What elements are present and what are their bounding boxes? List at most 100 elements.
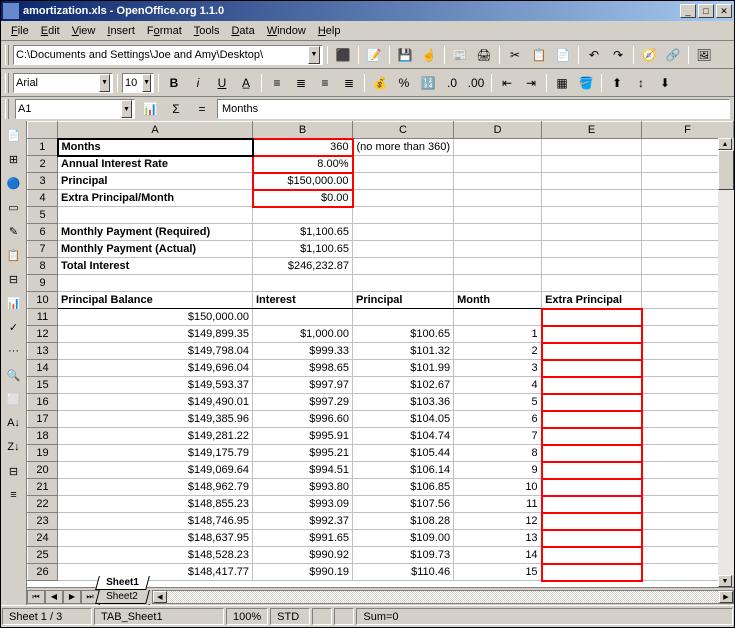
sum-button[interactable]: Σ xyxy=(165,98,187,120)
hyperlink-icon[interactable]: 🔗 xyxy=(662,44,684,66)
cell[interactable]: 7 xyxy=(454,428,542,445)
cell[interactable]: $148,417.77 xyxy=(58,564,253,581)
cell[interactable] xyxy=(58,275,253,292)
cell[interactable] xyxy=(353,258,454,275)
cell[interactable]: $101.99 xyxy=(353,360,454,377)
cell[interactable]: $149,385.96 xyxy=(58,411,253,428)
sheet-tab-sheet2[interactable]: Sheet2 xyxy=(95,590,150,604)
cell[interactable]: $149,798.04 xyxy=(58,343,253,360)
cell[interactable]: $148,637.95 xyxy=(58,530,253,547)
open-icon[interactable]: ☝ xyxy=(418,44,440,66)
remove-decimal-button[interactable]: .00 xyxy=(465,72,487,94)
cell[interactable]: Monthly Payment (Required) xyxy=(58,224,253,241)
cell[interactable]: $149,696.04 xyxy=(58,360,253,377)
cell[interactable]: $993.09 xyxy=(253,496,353,513)
cell[interactable]: $105.44 xyxy=(353,445,454,462)
cell[interactable] xyxy=(542,224,642,241)
cell[interactable] xyxy=(542,547,642,564)
find-icon[interactable]: 🔍 xyxy=(4,365,24,385)
align-center-button[interactable]: ≣ xyxy=(290,72,312,94)
align-right-button[interactable]: ≡ xyxy=(314,72,336,94)
cell[interactable]: $106.85 xyxy=(353,479,454,496)
insert-icon[interactable]: 📄 xyxy=(4,125,24,145)
cell[interactable] xyxy=(542,496,642,513)
justify-button[interactable]: ≣ xyxy=(338,72,360,94)
cell[interactable]: $150,000.00 xyxy=(253,173,353,190)
cell[interactable]: $107.56 xyxy=(353,496,454,513)
cell[interactable] xyxy=(542,190,642,207)
sheet-tab-sheet3[interactable]: Sheet3 xyxy=(95,604,150,606)
row-header[interactable]: 20 xyxy=(28,462,58,479)
cell[interactable]: $149,069.64 xyxy=(58,462,253,479)
decrease-indent-button[interactable]: ⇤ xyxy=(496,72,518,94)
cell[interactable]: 8 xyxy=(454,445,542,462)
cell[interactable]: $150,000.00 xyxy=(58,309,253,326)
export-pdf-icon[interactable]: 📰 xyxy=(449,44,471,66)
cell[interactable] xyxy=(542,377,642,394)
zoom-level[interactable]: 100% xyxy=(226,608,268,625)
font-name-combo[interactable]: ▼ xyxy=(13,73,113,93)
row-header[interactable]: 17 xyxy=(28,411,58,428)
menu-window[interactable]: Window xyxy=(261,23,312,39)
cell[interactable] xyxy=(542,411,642,428)
cell[interactable] xyxy=(542,156,642,173)
cell[interactable] xyxy=(454,207,542,224)
cell[interactable]: Month xyxy=(454,292,542,309)
cell[interactable] xyxy=(542,258,642,275)
increase-indent-button[interactable]: ⇥ xyxy=(520,72,542,94)
column-header-D[interactable]: D xyxy=(454,122,542,139)
cell[interactable]: $1,100.65 xyxy=(253,241,353,258)
row-header[interactable]: 3 xyxy=(28,173,58,190)
row-header[interactable]: 26 xyxy=(28,564,58,581)
cell[interactable]: $104.74 xyxy=(353,428,454,445)
cell[interactable] xyxy=(454,190,542,207)
stop-icon[interactable]: ⬛ xyxy=(332,44,354,66)
align-bottom-button[interactable]: ⬇ xyxy=(654,72,676,94)
copy-icon[interactable]: 📋 xyxy=(528,44,550,66)
cell[interactable] xyxy=(542,241,642,258)
cell[interactable] xyxy=(353,275,454,292)
row-header[interactable]: 6 xyxy=(28,224,58,241)
cell[interactable]: $149,281.22 xyxy=(58,428,253,445)
sum-indicator[interactable]: Sum=0 xyxy=(356,608,733,625)
percent-button[interactable]: % xyxy=(393,72,415,94)
horizontal-scrollbar[interactable]: ◀ ▶ xyxy=(152,590,734,604)
cell[interactable]: $109.00 xyxy=(353,530,454,547)
row-header[interactable]: 23 xyxy=(28,513,58,530)
cell[interactable]: $998.65 xyxy=(253,360,353,377)
row-header[interactable]: 12 xyxy=(28,326,58,343)
cell[interactable] xyxy=(454,156,542,173)
menu-data[interactable]: Data xyxy=(225,23,260,39)
menu-tools[interactable]: Tools xyxy=(188,23,226,39)
cell[interactable]: $148,746.95 xyxy=(58,513,253,530)
cell[interactable]: 13 xyxy=(454,530,542,547)
row-header[interactable]: 11 xyxy=(28,309,58,326)
cell[interactable]: $110.46 xyxy=(353,564,454,581)
cell[interactable]: $106.14 xyxy=(353,462,454,479)
navigator-icon[interactable]: 🧭 xyxy=(638,44,660,66)
cell[interactable] xyxy=(542,445,642,462)
number-format-button[interactable]: 🔢 xyxy=(417,72,439,94)
cell[interactable]: 4 xyxy=(454,377,542,394)
cell[interactable] xyxy=(542,428,642,445)
cell[interactable] xyxy=(542,139,642,156)
row-header[interactable]: 21 xyxy=(28,479,58,496)
column-header-B[interactable]: B xyxy=(253,122,353,139)
cell[interactable] xyxy=(542,309,642,326)
cell[interactable]: $991.65 xyxy=(253,530,353,547)
cell[interactable] xyxy=(454,173,542,190)
save-icon[interactable]: 💾 xyxy=(394,44,416,66)
cell[interactable]: Total Interest xyxy=(58,258,253,275)
cell[interactable]: $101.32 xyxy=(353,343,454,360)
cell[interactable]: $994.51 xyxy=(253,462,353,479)
row-header[interactable]: 15 xyxy=(28,377,58,394)
vertical-scrollbar[interactable]: ▲ ▼ xyxy=(718,138,734,587)
next-sheet-button[interactable]: ▶ xyxy=(63,590,81,604)
close-button[interactable]: ✕ xyxy=(716,4,732,18)
bg-color-button[interactable]: 🪣 xyxy=(575,72,597,94)
sort-asc-icon[interactable]: A↓ xyxy=(4,413,24,433)
cell[interactable]: $0.00 xyxy=(253,190,353,207)
cell[interactable]: Interest xyxy=(253,292,353,309)
cell[interactable]: $148,528.23 xyxy=(58,547,253,564)
insert-object-icon[interactable]: 🔵 xyxy=(4,173,24,193)
